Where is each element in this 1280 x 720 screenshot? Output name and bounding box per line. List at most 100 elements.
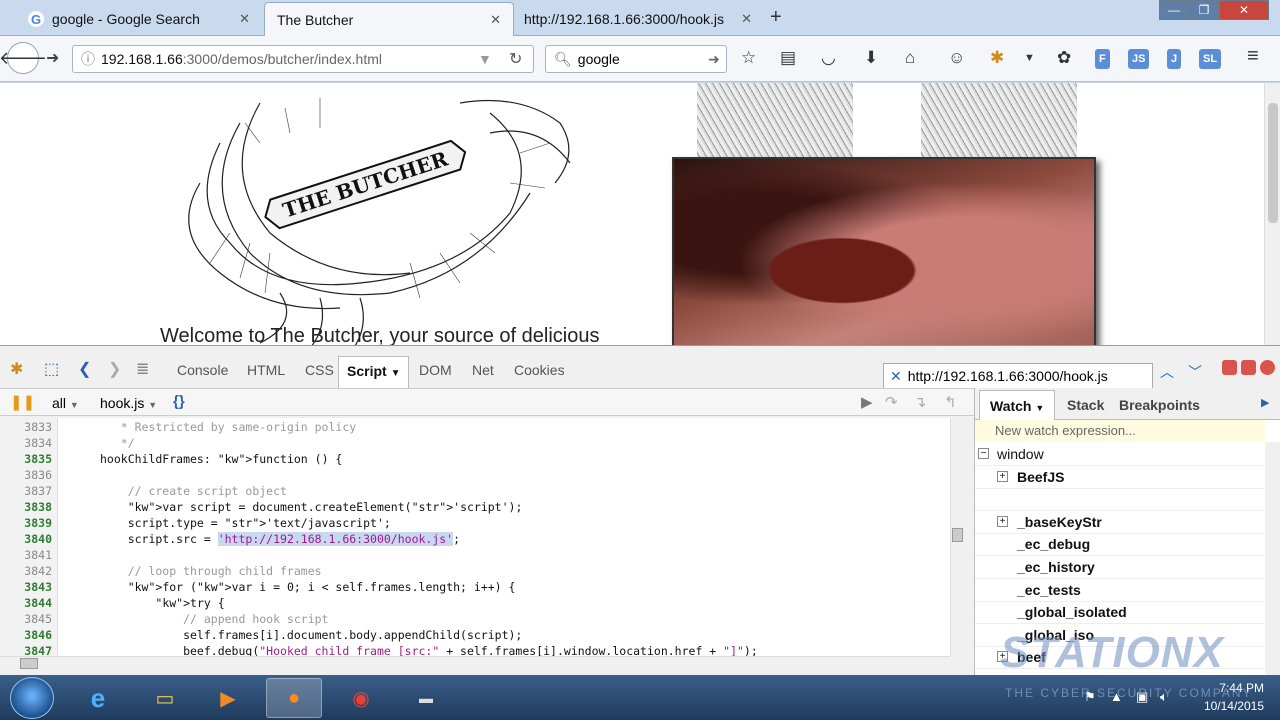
- line-number[interactable]: 3847: [0, 644, 52, 656]
- command-prompt-icon[interactable]: ▬: [398, 678, 454, 718]
- line-number[interactable]: 3844: [0, 596, 52, 610]
- line-number[interactable]: 3835: [0, 452, 52, 466]
- close-tab-icon[interactable]: ✕: [490, 12, 501, 28]
- tab-console[interactable]: Console: [177, 362, 228, 378]
- new-tab-icon[interactable]: +: [770, 6, 782, 29]
- search-input[interactable]: google: [578, 51, 620, 67]
- line-number[interactable]: 3840: [0, 532, 52, 546]
- minimize-panel-icon[interactable]: [1222, 360, 1237, 375]
- script-url-field[interactable]: ✕ http://192.168.1.66:3000/hook.js: [883, 363, 1153, 389]
- line-number[interactable]: 3839: [0, 516, 52, 530]
- minimize-button[interactable]: —: [1159, 0, 1189, 20]
- clear-icon[interactable]: ✕: [890, 368, 902, 385]
- code-line[interactable]: 3834 */: [0, 436, 950, 452]
- menu-icon[interactable]: ≡: [1247, 45, 1259, 68]
- code-line[interactable]: 3844 "kw">try {: [0, 596, 950, 612]
- new-watch-expression-input[interactable]: New watch expression...: [975, 420, 1265, 442]
- download-icon[interactable]: ⬇: [864, 48, 878, 68]
- reload-icon[interactable]: ↻: [509, 49, 522, 69]
- extension-j[interactable]: J: [1167, 49, 1182, 69]
- pretty-print-icon[interactable]: {}: [173, 393, 185, 410]
- line-number[interactable]: 3834: [0, 436, 52, 450]
- tab-script[interactable]: Script ▼: [338, 356, 410, 388]
- back-button[interactable]: 🡐: [0, 42, 47, 74]
- line-number[interactable]: 3845: [0, 612, 52, 626]
- code-line[interactable]: 3846 self.frames[i].document.body.append…: [0, 628, 950, 644]
- reading-list-icon[interactable]: ▤: [780, 48, 796, 68]
- tab-css[interactable]: CSS: [305, 362, 334, 378]
- watch-row[interactable]: _ec_history: [975, 557, 1265, 579]
- chevron-up-icon[interactable]: ︿: [1160, 362, 1174, 382]
- watch-row[interactable]: _ec_debug: [975, 534, 1265, 557]
- home-icon[interactable]: ⌂: [905, 48, 915, 68]
- line-number[interactable]: 3837: [0, 484, 52, 498]
- code-line[interactable]: 3847 beef.debug("Hooked child frame [src…: [0, 644, 950, 656]
- page-scrollbar[interactable]: [1264, 83, 1280, 345]
- watch-row[interactable]: + _baseKeyStr: [975, 512, 1265, 534]
- code-line[interactable]: 3843 "kw">for ("kw">var i = 0; i < self.…: [0, 580, 950, 596]
- extension-f[interactable]: F: [1095, 49, 1110, 69]
- code-line[interactable]: 3837 // create script object: [0, 484, 950, 500]
- watch-scrollbar[interactable]: [1265, 442, 1280, 676]
- watch-row[interactable]: _global_isolated: [975, 602, 1265, 625]
- chevron-down-icon[interactable]: ﹀: [1188, 362, 1202, 382]
- script-source-view[interactable]: 3833 * Restricted by same-origin policy 3…: [0, 418, 950, 656]
- expand-panel-icon[interactable]: ▶: [1261, 396, 1269, 409]
- watch-row[interactable]: − window: [975, 444, 1265, 466]
- line-number[interactable]: 3841: [0, 548, 52, 562]
- pause-icon[interactable]: ❚❚: [10, 393, 35, 411]
- tab-stack[interactable]: Stack: [1067, 397, 1104, 413]
- scrollbar-thumb[interactable]: [20, 658, 38, 669]
- close-tab-icon[interactable]: ✕: [239, 11, 250, 27]
- file-select[interactable]: hook.js ▼: [100, 395, 157, 411]
- expand-icon[interactable]: +: [997, 515, 1008, 527]
- file-explorer-icon[interactable]: ▭: [137, 678, 193, 718]
- code-line[interactable]: 3845 // append hook script: [0, 612, 950, 628]
- firebug-icon[interactable]: ✱: [990, 48, 1004, 68]
- firebug-menu-icon[interactable]: ▼: [1024, 52, 1035, 64]
- firebug-logo-icon[interactable]: ✱: [10, 359, 23, 379]
- watch-row[interactable]: [975, 489, 1265, 512]
- scrollbar-thumb[interactable]: [952, 528, 963, 542]
- pocket-icon[interactable]: ◡: [821, 48, 836, 68]
- extension-sl[interactable]: SL: [1199, 49, 1222, 69]
- url-bar[interactable]: ⓘ 192.168.1.66:3000/demos/butcher/index.…: [72, 45, 534, 73]
- code-line[interactable]: 3842 // loop through child frames: [0, 564, 950, 580]
- step-over-icon[interactable]: ↷: [885, 393, 898, 411]
- line-number[interactable]: 3838: [0, 500, 52, 514]
- line-number[interactable]: 3833: [0, 420, 52, 434]
- line-number[interactable]: 3843: [0, 580, 52, 594]
- tab-breakpoints[interactable]: Breakpoints: [1119, 397, 1200, 413]
- line-number[interactable]: 3842: [0, 564, 52, 578]
- start-button[interactable]: [10, 677, 54, 719]
- close-panel-icon[interactable]: [1260, 360, 1275, 375]
- tab-hook-js[interactable]: http://192.168.1.66:3000/hook.js ✕: [512, 2, 764, 36]
- step-into-icon[interactable]: ↴: [914, 393, 927, 411]
- internet-explorer-icon[interactable]: e: [70, 678, 126, 718]
- dropdown-icon[interactable]: ▼: [478, 51, 492, 67]
- collapse-icon[interactable]: −: [978, 448, 989, 459]
- filter-select[interactable]: all ▼: [52, 395, 79, 411]
- code-line[interactable]: 3833 * Restricted by same-origin policy: [0, 420, 950, 436]
- code-horizontal-scrollbar[interactable]: [0, 656, 950, 670]
- tab-dom[interactable]: DOM: [419, 362, 452, 378]
- tab-html[interactable]: HTML: [247, 362, 285, 378]
- search-go-icon[interactable]: ➜: [708, 51, 720, 68]
- inspect-icon[interactable]: ⬚: [44, 359, 59, 379]
- watch-row[interactable]: _ec_tests: [975, 580, 1265, 602]
- media-player-icon[interactable]: ▶: [200, 678, 256, 718]
- forward-button[interactable]: ➜: [46, 48, 59, 68]
- forward-arrow-icon[interactable]: ❯: [108, 359, 121, 379]
- firefox-icon[interactable]: ●: [266, 678, 322, 718]
- tab-the-butcher[interactable]: The Butcher ✕: [264, 2, 514, 36]
- code-line[interactable]: 3838 "kw">var script = document.createEl…: [0, 500, 950, 516]
- line-number[interactable]: 3836: [0, 468, 52, 482]
- code-line[interactable]: 3836: [0, 468, 950, 484]
- palette-icon[interactable]: ✿: [1057, 48, 1071, 68]
- code-line[interactable]: 3835 hookChildFrames: "kw">function () {: [0, 452, 950, 468]
- expand-icon[interactable]: +: [997, 470, 1008, 482]
- code-line[interactable]: 3839 script.type = "str">'text/javascrip…: [0, 516, 950, 532]
- code-line[interactable]: 3840 script.src = 'http://192.168.1.66:3…: [0, 532, 950, 548]
- search-bar[interactable]: 🔍︎ google ➜: [545, 45, 727, 73]
- chrome-icon[interactable]: ◉: [333, 678, 389, 718]
